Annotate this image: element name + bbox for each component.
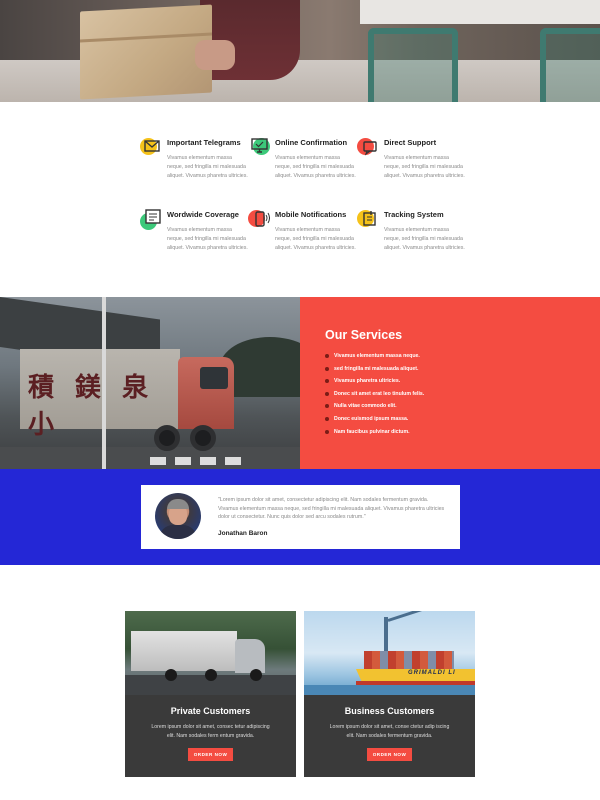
feature-title: Wordwide Coverage xyxy=(167,210,239,219)
document-icon xyxy=(140,208,162,230)
card-private-customers: Private Customers Lorem ipsum dolor sit … xyxy=(125,611,296,777)
feature-text: Vivamus elementum massa neque, sed fring… xyxy=(167,155,248,179)
truck-photo: 積 鎂 泉 小 xyxy=(0,297,300,469)
feature-title: Tracking System xyxy=(384,210,444,219)
bullet-icon xyxy=(325,354,329,358)
services-title: Our Services xyxy=(325,328,403,342)
cargo-ship-photo: GRIMALDI LI xyxy=(304,611,475,695)
card-business-customers: GRIMALDI LI Business Customers Lorem ips… xyxy=(304,611,475,777)
feature-text: Vivamus elementum massa neque, sed fring… xyxy=(167,227,248,251)
testimonial-card: "Lorem ipsum dolor sit amet, consectetur… xyxy=(141,485,460,549)
card-title: Business Customers xyxy=(344,706,435,716)
services-section: 積 鎂 泉 小 Our Services Vivamus elementum m… xyxy=(0,297,600,469)
services-panel: Our Services Vivamus elementum massa neq… xyxy=(300,297,600,469)
services-list-item: sed fringilla mi malesuada aliquet. xyxy=(325,365,424,378)
services-list-item: Donec sit amet erat leo tinulum felis. xyxy=(325,390,424,403)
bullet-icon xyxy=(325,404,329,409)
feature-text: Vivamus elementum massa neque, sed fring… xyxy=(384,155,465,179)
truck-highway-photo xyxy=(125,611,296,695)
truck-wheel xyxy=(154,425,180,451)
testimonial-quote: "Lorem ipsum dolor sit amet, consectetur… xyxy=(218,497,445,520)
hero-image xyxy=(0,0,600,102)
chat-icon xyxy=(357,136,379,158)
feature-text: Vivamus elementum massa neque, sed fring… xyxy=(275,227,356,251)
hero-chair xyxy=(540,28,600,102)
services-list-item: Vivamus elementum massa neque. xyxy=(325,352,424,365)
feature-title: Important Telegrams xyxy=(167,138,241,147)
feature-text: Vivamus elementum massa neque, sed fring… xyxy=(384,227,465,251)
feature-title: Mobile Notifications xyxy=(275,210,347,219)
testimonial-author: Jonathan Baron xyxy=(218,530,268,537)
truck-cab xyxy=(178,357,234,429)
bullet-icon xyxy=(325,416,329,421)
hero-chair xyxy=(368,28,458,102)
card-text: Lorem ipsum dolor sit amet, conse ctetur… xyxy=(329,724,450,739)
services-list-item: Donec euismod ipsum massa. xyxy=(325,415,424,428)
services-list: Vivamus elementum massa neque. sed fring… xyxy=(325,352,424,440)
order-now-button[interactable]: ORDER NOW xyxy=(367,748,412,761)
order-now-button[interactable]: ORDER NOW xyxy=(188,748,233,761)
feature-text: Vivamus elementum massa neque, sed fring… xyxy=(275,155,356,179)
bullet-icon xyxy=(325,429,329,434)
feature-title: Online Confirmation xyxy=(275,138,348,147)
hero-cardboard-box xyxy=(80,4,212,100)
photo-pole xyxy=(102,297,106,469)
hero-hand xyxy=(195,40,235,70)
truck-trailer: 積 鎂 泉 小 xyxy=(20,349,180,440)
envelope-icon xyxy=(140,136,162,158)
bullet-icon xyxy=(325,366,329,371)
phone-icon xyxy=(248,208,270,230)
ship-name: GRIMALDI LI xyxy=(408,670,456,676)
card-title: Private Customers xyxy=(170,706,251,716)
card-text: Lorem ipsum dolor sit amet, consec tetur… xyxy=(151,724,270,739)
bullet-icon xyxy=(325,391,329,396)
bullet-icon xyxy=(325,379,329,384)
monitor-icon xyxy=(248,136,270,158)
hero-shelf xyxy=(360,0,600,24)
testimonial-band: "Lorem ipsum dolor sit amet, consectetur… xyxy=(0,469,600,565)
tracking-icon xyxy=(357,208,379,230)
services-list-item: Vivamus pharetra ultricies. xyxy=(325,377,424,390)
truck-wheel xyxy=(190,425,216,451)
services-list-item: Nam faucibus pulvinar dictum. xyxy=(325,428,424,441)
services-list-item: Nulla vitae commodo elit. xyxy=(325,402,424,415)
avatar xyxy=(155,493,201,539)
feature-title: Direct Support xyxy=(384,138,437,147)
